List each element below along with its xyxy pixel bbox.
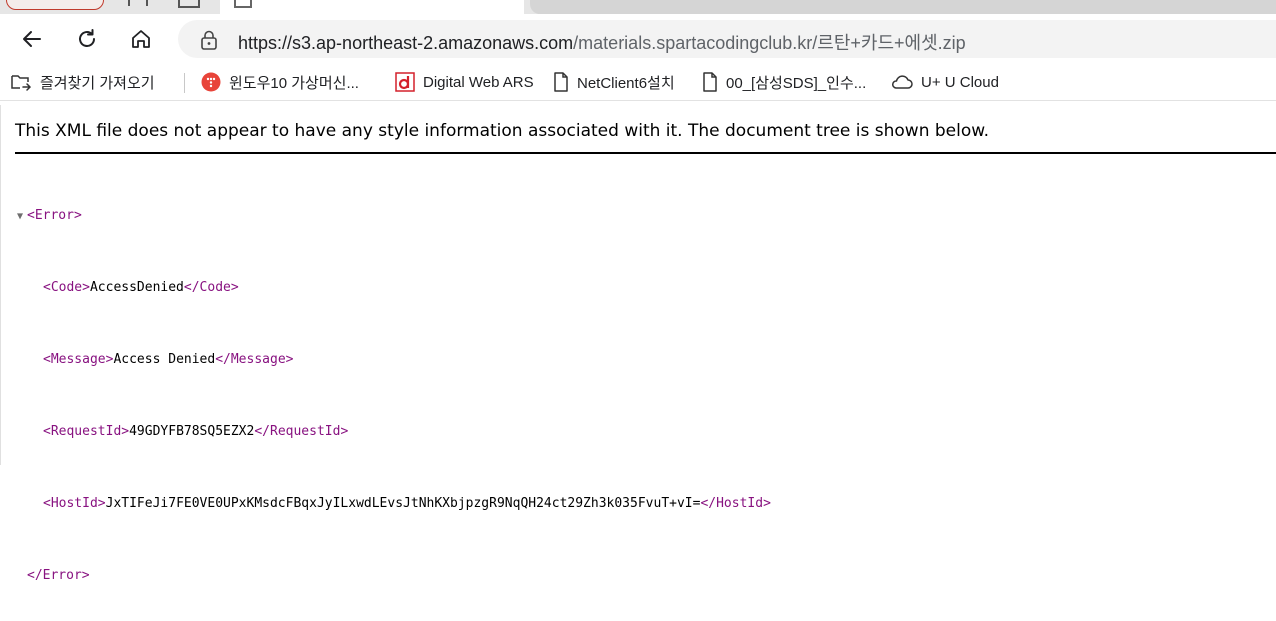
xml-root-open[interactable]: ▼ <Error>: [17, 207, 771, 225]
bookmark-label: NetClient6설치: [577, 74, 675, 92]
cloud-icon: [891, 74, 913, 90]
tab-grid-icon[interactable]: [178, 0, 200, 8]
tab-favicon-icon: [234, 0, 252, 8]
bookmark-u-cloud[interactable]: U+ U Cloud: [891, 70, 999, 94]
back-button[interactable]: [15, 23, 49, 55]
bookmark-import-favorites[interactable]: 즐겨찾기 가져오기: [10, 70, 155, 94]
bookmark-label: 즐겨찾기 가져오기: [40, 74, 155, 92]
xml-tree: ▼ <Error> <Code>AccessDenied</Code> <Mess…: [17, 171, 771, 621]
d-logo-icon: [395, 72, 415, 92]
lock-icon[interactable]: [200, 30, 218, 50]
xml-element-requestid: <RequestId>49GDYFB78SQ5EZX2</RequestId>: [43, 424, 349, 439]
bookmark-netclient6[interactable]: NetClient6설치: [553, 70, 675, 94]
active-tab[interactable]: [220, 0, 524, 14]
xml-style-info-banner: This XML file does not appear to have an…: [15, 121, 1276, 154]
page-icon: [702, 72, 718, 92]
url-path: /materials.spartacodingclub.kr/르탄+카드+에셋.…: [573, 33, 966, 53]
browser-toolbar: https://s3.ap-northeast-2.amazonaws.com/…: [0, 14, 1276, 64]
xml-element-message: <Message>Access Denied</Message>: [43, 352, 294, 367]
url-host: https://s3.ap-northeast-2.amazonaws.com: [238, 33, 574, 53]
xml-element-code: <Code>AccessDenied</Code>: [43, 280, 239, 295]
bookmark-label: U+ U Cloud: [921, 73, 999, 91]
home-button[interactable]: [124, 23, 158, 55]
address-bar[interactable]: https://s3.ap-northeast-2.amazonaws.com/…: [178, 20, 1276, 58]
bookmark-windows10-vm[interactable]: 윈도우10 가상머신...: [201, 70, 359, 94]
inactive-tab[interactable]: [530, 0, 1276, 14]
back-arrow-icon: [23, 31, 41, 47]
refresh-icon: [79, 29, 95, 47]
page-content: This XML file does not appear to have an…: [0, 105, 1276, 583]
site-icon-red: [201, 72, 221, 92]
bookmark-label: 00_[삼성SDS]_인수...: [726, 74, 867, 92]
import-favorites-icon: [10, 72, 32, 92]
home-icon: [132, 30, 150, 48]
xml-root-close: </Error>: [27, 568, 90, 583]
bookmark-samsung-sds[interactable]: 00_[삼성SDS]_인수...: [702, 70, 866, 94]
bookmark-digital-web-ars[interactable]: Digital Web ARS: [395, 70, 534, 94]
xml-element-hostid: <HostId>JxTIFeJi7FE0VE0UPxKMsdcFBqxJyILx…: [43, 496, 771, 511]
bookmark-label: Digital Web ARS: [423, 73, 534, 91]
tab-strip: [0, 0, 1276, 14]
page-icon: [553, 72, 569, 92]
refresh-button[interactable]: [70, 23, 104, 55]
tab-actions-icon[interactable]: [128, 0, 148, 6]
bookmark-label: 윈도우10 가상머신...: [229, 74, 359, 92]
profile-tab[interactable]: [6, 0, 104, 10]
url-text[interactable]: https://s3.ap-northeast-2.amazonaws.com/…: [238, 29, 966, 55]
collapse-triangle-icon[interactable]: ▼: [17, 208, 27, 226]
bookmarks-bar: 즐겨찾기 가져오기 윈도우10 가상머신... Digital Web ARS: [0, 64, 1276, 101]
bookmarks-divider: [184, 73, 185, 93]
